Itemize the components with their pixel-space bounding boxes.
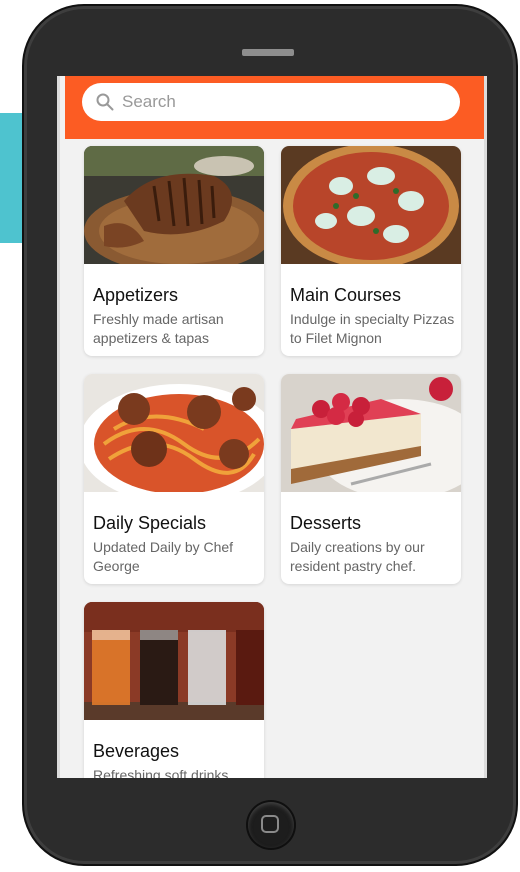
daily-specials-image — [84, 374, 264, 492]
card-description: Refreshing soft drinks — [93, 767, 229, 778]
card-description: Updated Daily by Chef George — [93, 539, 234, 574]
card-title: Beverages — [93, 741, 180, 761]
beverages-image — [84, 602, 264, 720]
card-description: Indulge in specialty Pizzas to Filet Mig… — [290, 311, 455, 346]
appetizers-image — [84, 146, 264, 264]
home-button[interactable] — [248, 802, 294, 848]
card-title: Appetizers — [93, 285, 179, 305]
home-square-icon — [261, 815, 279, 833]
card-description: Daily creations by our resident pastry c… — [290, 539, 425, 574]
search-input[interactable] — [122, 92, 442, 112]
desserts-image — [281, 374, 461, 492]
category-card-beverages[interactable]: Beverages Refreshing soft drinks — [84, 602, 264, 778]
category-card-desserts[interactable]: Desserts Daily creations by our resident… — [281, 374, 461, 584]
card-title: Main Courses — [290, 285, 402, 305]
category-card-main-courses[interactable]: Main Courses Indulge in specialty Pizzas… — [281, 146, 461, 356]
main-courses-image — [281, 146, 461, 264]
category-card-daily-specials[interactable]: Daily Specials Updated Daily by Chef Geo… — [84, 374, 264, 584]
app-screen: Appetizers Freshly made artisan appetize… — [57, 76, 487, 778]
phone-frame: Appetizers Freshly made artisan appetize… — [22, 4, 518, 866]
speaker-grille — [242, 49, 294, 56]
category-card-appetizers[interactable]: Appetizers Freshly made artisan appetize… — [84, 146, 264, 356]
card-description: Freshly made artisan appetizers & tapas — [93, 311, 224, 346]
header-bar — [65, 76, 484, 139]
search-icon — [96, 93, 114, 111]
card-title: Daily Specials — [93, 513, 207, 533]
search-bar[interactable] — [82, 83, 460, 121]
teal-accent-bar — [0, 113, 24, 243]
card-title: Desserts — [290, 513, 362, 533]
